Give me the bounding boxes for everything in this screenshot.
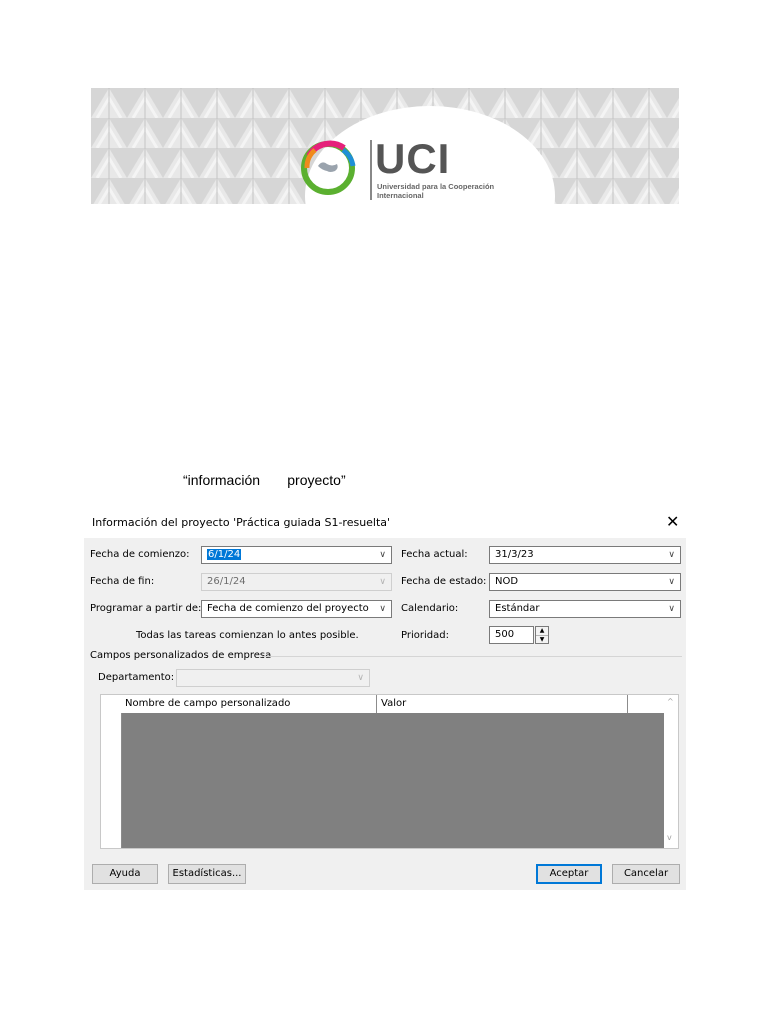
logo-wordmark: UCI [375, 135, 451, 182]
prioridad-spinner[interactable]: ▲ ▼ [535, 626, 549, 644]
custom-fields-grid[interactable]: Nombre de campo personalizado Valor ^ v [100, 694, 679, 849]
chevron-down-icon[interactable]: ∨ [379, 601, 386, 617]
departamento-select: ∨ [176, 669, 370, 687]
programar-value: Fecha de comienzo del proyecto [207, 603, 369, 614]
uci-banner: UCI Universidad para la Cooperación Inte… [91, 88, 679, 204]
column-separator[interactable] [376, 695, 377, 713]
scheduling-note: Todas las tareas comienzan lo antes posi… [136, 630, 359, 641]
uci-logo-icon [301, 140, 356, 195]
prioridad-label: Prioridad: [401, 630, 449, 641]
programar-label: Programar a partir de: [90, 603, 202, 614]
section-title: Campos personalizados de empresa [90, 650, 272, 661]
close-icon[interactable]: ✕ [666, 512, 679, 531]
column-separator[interactable] [627, 695, 628, 713]
section-divider [262, 656, 682, 657]
scroll-down-icon[interactable]: v [667, 833, 672, 842]
chevron-down-icon[interactable]: ∨ [668, 574, 675, 590]
chevron-down-icon: ∨ [357, 673, 364, 683]
fecha-estado-value: NOD [495, 576, 519, 587]
calendario-label: Calendario: [401, 603, 459, 614]
aceptar-button[interactable]: Aceptar [536, 864, 602, 884]
column-header-nombre[interactable]: Nombre de campo personalizado [125, 698, 290, 709]
fecha-fin-label: Fecha de fin: [90, 576, 155, 587]
column-header-valor[interactable]: Valor [381, 698, 406, 709]
fecha-comienzo-field[interactable]: 6/1/24 ∨ [201, 546, 392, 564]
fecha-actual-label: Fecha actual: [401, 549, 468, 560]
fecha-estado-label: Fecha de estado: [401, 576, 487, 587]
programar-select[interactable]: Fecha de comienzo del proyecto ∨ [201, 600, 392, 618]
caption-text: “información proyecto” [183, 472, 346, 488]
scroll-up-icon[interactable]: ^ [667, 697, 674, 706]
grid-cells-area[interactable] [122, 713, 664, 848]
chevron-down-icon[interactable]: ∨ [668, 547, 675, 563]
cancelar-button[interactable]: Cancelar [612, 864, 680, 884]
row-header-column [101, 695, 122, 848]
fecha-estado-field[interactable]: NOD ∨ [489, 573, 681, 591]
calendario-select[interactable]: Estándar ∨ [489, 600, 681, 618]
vertical-scrollbar[interactable]: ^ v [664, 695, 678, 848]
fecha-comienzo-label: Fecha de comienzo: [90, 549, 190, 560]
fecha-comienzo-value: 6/1/24 [207, 549, 242, 560]
estadisticas-button[interactable]: Estadísticas... [168, 864, 246, 884]
chevron-down-icon[interactable]: ∨ [379, 547, 386, 563]
chevron-down-icon[interactable]: ∨ [668, 601, 675, 617]
calendario-value: Estándar [495, 603, 540, 614]
spin-down-icon[interactable]: ▼ [536, 635, 548, 644]
dialog-title: Información del proyecto 'Práctica guiad… [92, 516, 391, 529]
departamento-label: Departamento: [98, 672, 175, 683]
prioridad-input[interactable]: 500 [489, 626, 534, 644]
chevron-down-icon: ∨ [379, 577, 386, 587]
project-info-dialog: Información del proyecto 'Práctica guiad… [84, 506, 686, 890]
fecha-actual-value: 31/3/23 [495, 549, 534, 560]
logo-divider [370, 140, 372, 200]
prioridad-value: 500 [495, 629, 515, 640]
fecha-fin-value: 26/1/24 [207, 576, 246, 587]
fecha-actual-field[interactable]: 31/3/23 ∨ [489, 546, 681, 564]
ayuda-button[interactable]: Ayuda [92, 864, 158, 884]
spin-up-icon[interactable]: ▲ [536, 627, 548, 635]
dialog-body: Fecha de comienzo: 6/1/24 ∨ Fecha de fin… [84, 538, 686, 890]
fecha-fin-field: 26/1/24 ∨ [201, 573, 392, 591]
grid-header: Nombre de campo personalizado Valor [121, 695, 664, 714]
logo-subtitle: Universidad para la Cooperación Internac… [377, 182, 495, 200]
